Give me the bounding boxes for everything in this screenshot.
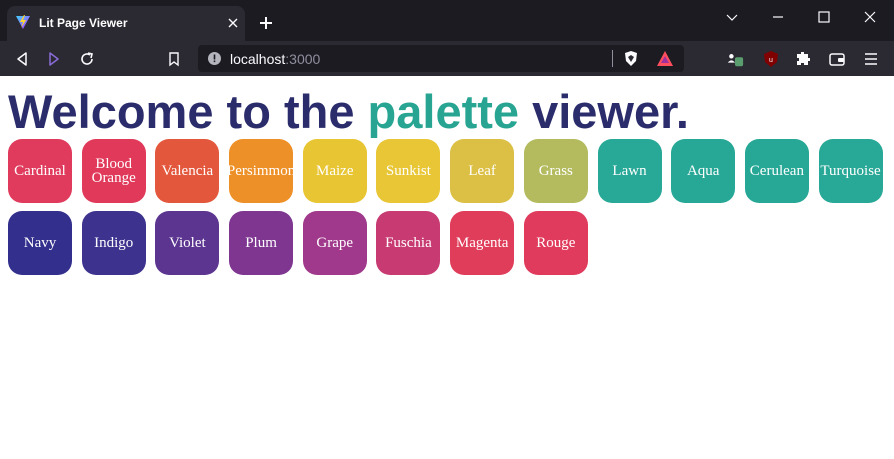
back-icon[interactable] [13, 50, 31, 68]
headline-after: viewer. [519, 85, 689, 138]
page-title: Welcome to the palette viewer. [8, 86, 689, 138]
swatch-navy[interactable]: Navy [8, 211, 72, 275]
swatch-label: Persimmon [229, 163, 294, 179]
extensions-icon[interactable] [794, 50, 812, 68]
swatch-label: Indigo [94, 235, 134, 251]
swatch-rouge[interactable]: Rouge [523, 211, 588, 275]
swatch-aqua[interactable]: Aqua [671, 139, 736, 203]
swatch-label: Magenta [455, 235, 509, 251]
swatch-magenta[interactable]: Magenta [450, 211, 515, 275]
tab-list-chevron-icon[interactable] [725, 10, 739, 24]
palette-grid: Cardinal Blood Orange Valencia Persimmon Mai… [8, 139, 894, 275]
address-bar[interactable]: localhost:3000 [198, 45, 684, 72]
close-window-icon[interactable] [863, 10, 877, 24]
forward-icon[interactable] [45, 50, 63, 68]
swatch-label: Lawn [612, 163, 647, 179]
brave-rewards-icon[interactable] [656, 50, 674, 67]
tab-title: Lit Page Viewer [39, 16, 128, 30]
swatch-grape[interactable]: Grape [302, 211, 367, 275]
swatch-cerulean[interactable]: Cerulean [744, 139, 809, 203]
minimize-icon[interactable] [771, 10, 785, 24]
swatch-label: Fuschia [385, 235, 432, 251]
brave-shields-icon[interactable] [623, 50, 639, 67]
swatch-turquoise[interactable]: Turquoise [818, 139, 883, 203]
swatch-grass[interactable]: Grass [523, 139, 588, 203]
swatch-label: Navy [23, 235, 57, 251]
swatch-fuschia[interactable]: Fuschia [376, 211, 441, 275]
swatch-lawn[interactable]: Lawn [597, 139, 662, 203]
browser-titlebar: Lit Page Viewer [0, 0, 894, 41]
swatch-indigo[interactable]: Indigo [81, 211, 146, 275]
swatch-valencia[interactable]: Valencia [155, 139, 220, 203]
browser-toolbar: localhost:3000 u [0, 41, 894, 76]
swatch-label: Blood Orange [91, 156, 136, 186]
swatch-label: Valencia [161, 163, 214, 179]
swatch-maize[interactable]: Maize [302, 139, 367, 203]
swatch-blood-orange[interactable]: Blood Orange [81, 139, 146, 203]
site-info-icon[interactable] [207, 51, 222, 66]
swatch-label: Rouge [536, 235, 576, 251]
ublock-origin-icon[interactable]: u [762, 50, 780, 68]
swatch-sunkist[interactable]: Sunkist [376, 139, 441, 203]
new-tab-icon[interactable] [258, 15, 274, 31]
reload-icon[interactable] [78, 50, 96, 68]
swatch-cardinal[interactable]: Cardinal [8, 139, 72, 203]
swatch-violet[interactable]: Violet [155, 211, 220, 275]
url-port: :3000 [285, 51, 321, 67]
page-content: Welcome to the palette viewer. Cardinal B… [0, 76, 894, 459]
swatch-label: Grape [316, 235, 354, 251]
url-text: localhost:3000 [230, 51, 320, 67]
url-divider [612, 50, 613, 67]
swatch-leaf[interactable]: Leaf [450, 139, 515, 203]
svg-text:u: u [769, 57, 773, 64]
wallet-icon[interactable] [828, 50, 846, 68]
headline-accent: palette [367, 85, 520, 138]
swatch-label: Grass [538, 163, 573, 179]
swatch-label: Sunkist [385, 163, 431, 179]
headline-before: Welcome to the [8, 85, 368, 138]
swatch-label: Cardinal [14, 163, 66, 179]
bookmark-icon[interactable] [165, 50, 183, 68]
maximize-icon[interactable] [817, 10, 831, 24]
profile-notification-icon[interactable] [726, 50, 744, 68]
swatch-label: Plum [245, 235, 277, 251]
swatch-label: Cerulean [749, 163, 804, 179]
swatch-label: Aqua [686, 163, 720, 179]
swatch-label: Maize [316, 163, 354, 179]
swatch-label: Violet [169, 235, 206, 251]
swatch-plum[interactable]: Plum [229, 211, 294, 275]
vite-logo-icon [16, 15, 30, 29]
swatch-persimmon[interactable]: Persimmon [229, 139, 294, 203]
close-tab-icon[interactable] [227, 17, 239, 29]
url-host: localhost [230, 51, 286, 67]
swatch-label: Turquoise [820, 163, 881, 179]
menu-icon[interactable] [862, 50, 880, 68]
tab-active[interactable]: Lit Page Viewer [7, 6, 245, 41]
swatch-label: Leaf [468, 163, 496, 179]
